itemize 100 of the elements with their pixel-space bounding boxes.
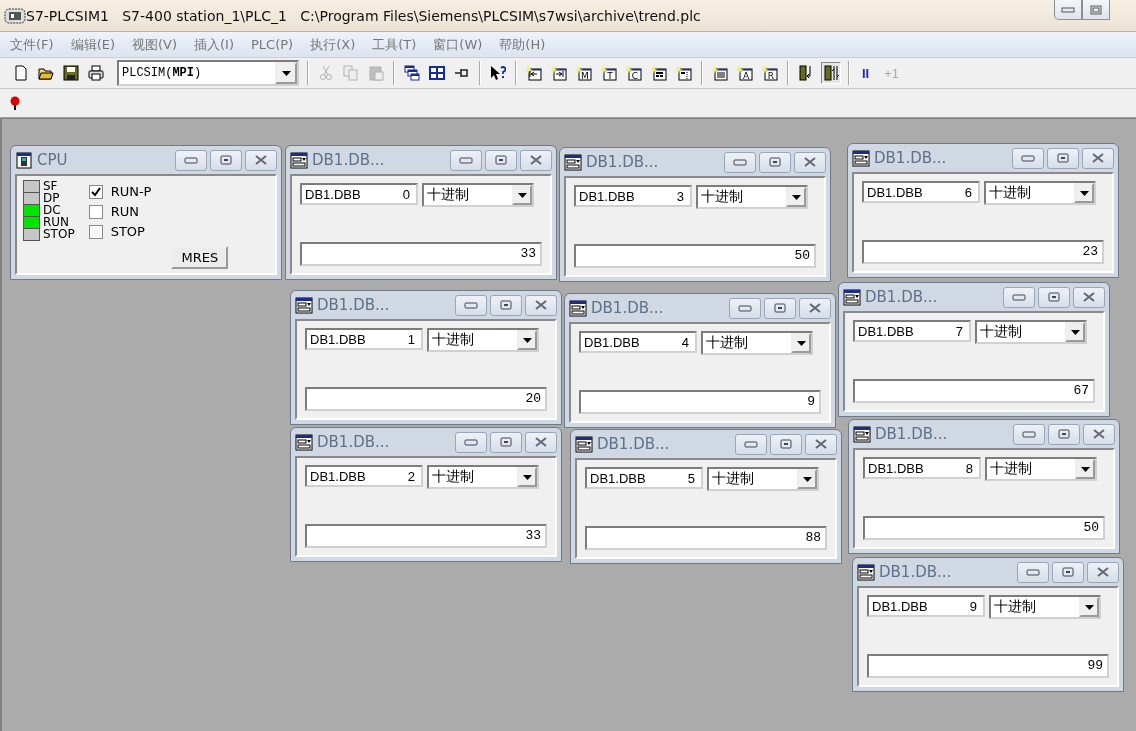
close-button[interactable] xyxy=(1087,561,1119,583)
maximize-button[interactable] xyxy=(1082,0,1110,20)
maximize-button[interactable] xyxy=(1038,286,1070,308)
format-dropdown[interactable]: 十进制 xyxy=(696,185,808,209)
value-field[interactable]: 33 xyxy=(305,524,547,548)
close-icon xyxy=(1092,153,1104,163)
run-button[interactable]: II xyxy=(857,62,875,84)
led-label: DC xyxy=(43,204,61,216)
address-field[interactable]: DB1.DBB 2 xyxy=(305,465,423,487)
minimize-button[interactable] xyxy=(724,151,756,173)
minimize-button[interactable] xyxy=(1003,286,1035,308)
close-button[interactable] xyxy=(525,294,557,316)
address-field[interactable]: DB1.DBB 1 xyxy=(305,328,423,350)
address-field[interactable]: DB1.DBB 4 xyxy=(579,331,697,353)
mode-checkbox[interactable] xyxy=(88,184,103,199)
close-button[interactable] xyxy=(799,297,831,319)
address-field[interactable]: DB1.DBB 0 xyxy=(300,183,418,205)
byte-number: 1 xyxy=(407,331,415,347)
format-dropdown[interactable]: 十进制 xyxy=(975,320,1087,344)
mode-button[interactable] xyxy=(821,62,841,84)
minimize-button[interactable] xyxy=(455,431,487,453)
maximize-button[interactable] xyxy=(770,433,802,455)
monitor-window-icon xyxy=(853,425,871,443)
window-title: DB1.DB... xyxy=(317,296,391,314)
address-text: DB1.DBB xyxy=(872,598,929,614)
minimize-icon xyxy=(184,156,198,164)
menu-item[interactable]: 工具(T) xyxy=(372,35,417,54)
value-field[interactable]: 50 xyxy=(863,516,1105,540)
address-field[interactable]: DB1.DBB 3 xyxy=(574,185,692,207)
format-dropdown[interactable]: 十进制 xyxy=(985,457,1097,481)
minimize-button[interactable] xyxy=(455,294,487,316)
close-icon xyxy=(1083,292,1095,302)
format-dropdown[interactable]: 十进制 xyxy=(422,183,534,207)
close-button[interactable] xyxy=(245,149,277,171)
folder-icon xyxy=(38,65,54,81)
address-field[interactable]: DB1.DBB 9 xyxy=(867,595,985,617)
dropdown-arrow-icon xyxy=(281,70,291,76)
close-button[interactable] xyxy=(794,151,826,173)
close-button[interactable] xyxy=(525,431,557,453)
format-dropdown[interactable]: 十进制 xyxy=(427,465,539,489)
mode-checkbox[interactable] xyxy=(88,204,103,219)
close-button[interactable] xyxy=(805,433,837,455)
value-field[interactable]: 88 xyxy=(585,526,827,550)
maximize-button[interactable] xyxy=(1048,423,1080,445)
minimize-button[interactable] xyxy=(729,297,761,319)
address-text: DB1.DBB xyxy=(867,184,924,200)
close-button[interactable] xyxy=(1082,147,1114,169)
minimize-button[interactable] xyxy=(1017,561,1049,583)
value-field[interactable]: 50 xyxy=(574,244,816,268)
format-dropdown[interactable]: 十进制 xyxy=(701,331,813,355)
menu-item[interactable]: PLC(P) xyxy=(251,37,294,52)
toolbar-button[interactable] xyxy=(86,62,106,84)
led-label: SF xyxy=(43,180,58,192)
menu-item[interactable]: 编辑(E) xyxy=(70,35,115,54)
minimize-button[interactable] xyxy=(1013,423,1045,445)
mode-checkbox[interactable] xyxy=(88,224,103,239)
value-field[interactable]: 20 xyxy=(305,387,547,411)
minimize-button[interactable] xyxy=(1012,147,1044,169)
menu-item[interactable]: 窗口(W) xyxy=(433,35,483,54)
toolbar-button[interactable] xyxy=(61,62,81,84)
maximize-button[interactable] xyxy=(210,149,242,171)
value-field[interactable]: 99 xyxy=(867,654,1109,678)
value-field[interactable]: 67 xyxy=(853,379,1095,403)
format-dropdown[interactable]: 十进制 xyxy=(989,595,1101,619)
format-dropdown[interactable]: 十进制 xyxy=(984,181,1096,205)
close-button[interactable] xyxy=(520,149,552,171)
byte-number: 3 xyxy=(676,188,684,204)
minimize-button[interactable] xyxy=(735,433,767,455)
menu-item[interactable]: 插入(I) xyxy=(194,35,234,54)
address-field[interactable]: DB1.DBB 7 xyxy=(853,320,971,342)
maximize-button[interactable] xyxy=(1052,561,1084,583)
close-button[interactable] xyxy=(1073,286,1105,308)
menu-item[interactable]: 执行(X) xyxy=(310,35,356,54)
mres-button[interactable]: MRES xyxy=(171,246,229,269)
minimize-button[interactable] xyxy=(1054,0,1082,20)
toolbar-button[interactable] xyxy=(402,62,422,84)
maximize-button[interactable] xyxy=(759,151,791,173)
value-field[interactable]: 23 xyxy=(862,240,1104,264)
format-dropdown[interactable]: 十进制 xyxy=(427,328,539,352)
maximize-button[interactable] xyxy=(490,431,522,453)
close-button[interactable] xyxy=(1083,423,1115,445)
value-field[interactable]: 33 xyxy=(300,242,542,266)
maximize-button[interactable] xyxy=(485,149,517,171)
address-field[interactable]: DB1.DBB 5 xyxy=(585,467,703,489)
minimize-button[interactable] xyxy=(175,149,207,171)
value-field[interactable]: 9 xyxy=(579,390,821,414)
maximize-button[interactable] xyxy=(764,297,796,319)
menu-item[interactable]: 视图(V) xyxy=(132,35,178,54)
menu-item[interactable]: 文件(F) xyxy=(10,35,54,54)
address-field[interactable]: DB1.DBB 6 xyxy=(862,181,980,203)
format-dropdown[interactable]: 十进制 xyxy=(707,467,819,491)
maximize-button[interactable] xyxy=(1047,147,1079,169)
menu-item[interactable]: 帮助(H) xyxy=(499,35,546,54)
connection-dropdown[interactable]: PLCSIM(MPI) xyxy=(117,60,299,86)
address-text: DB1.DBB xyxy=(310,331,367,347)
address-field[interactable]: DB1.DBB 8 xyxy=(863,457,981,479)
maximize-button[interactable] xyxy=(490,294,522,316)
minimize-button[interactable] xyxy=(450,149,482,171)
close-icon xyxy=(1093,429,1105,439)
close-icon xyxy=(255,155,267,165)
